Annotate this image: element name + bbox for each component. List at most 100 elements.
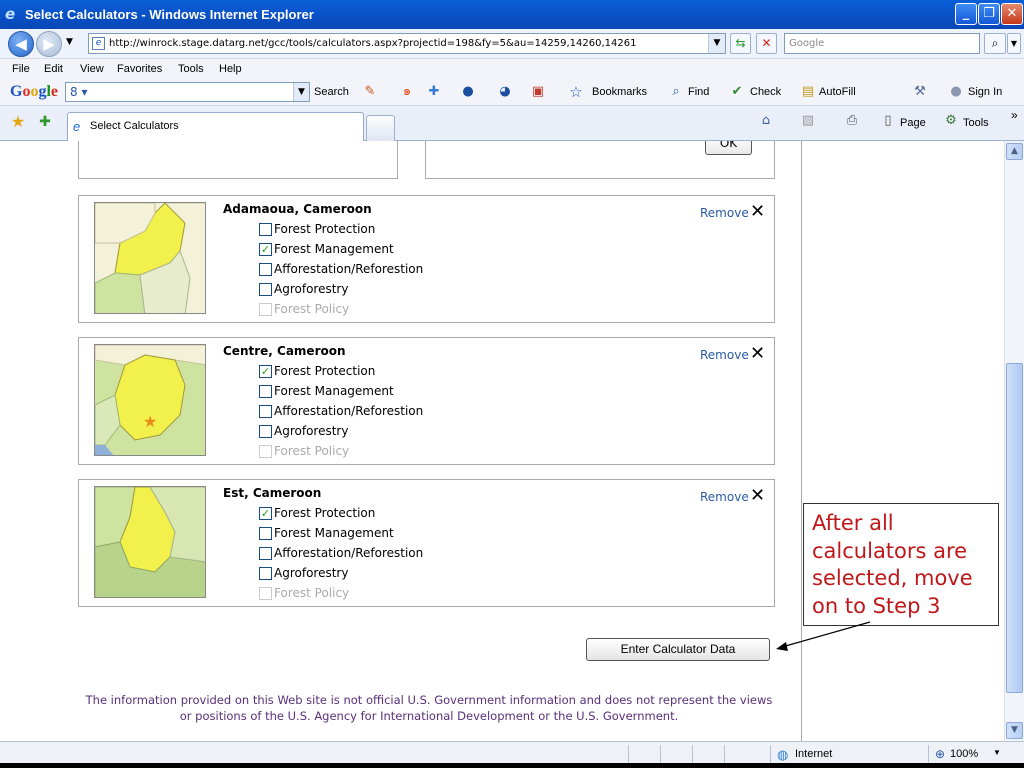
ie-logo-icon: e [5,5,16,23]
checkbox[interactable] [259,547,272,560]
highlight-icon[interactable]: ✎ [362,84,378,100]
checkbox[interactable] [259,263,272,276]
zoom-dropdown-icon[interactable]: ▼ [993,748,1001,757]
toolbar-overflow-icon[interactable]: » [1011,108,1018,122]
option-label: Forest Management [274,242,394,256]
remove-link[interactable]: Remove [700,206,749,220]
top-panel-left [78,141,398,179]
checkbox[interactable] [259,283,272,296]
checkbox[interactable] [259,385,272,398]
region-name: Est, Cameroon [223,486,322,500]
region-map [94,486,206,598]
taskbar-edge [0,763,1024,768]
menu-tools[interactable]: Tools [178,63,204,75]
zoom-icon[interactable]: ⊕ [935,747,945,761]
option-label: Forest Policy [274,586,350,600]
signin-button[interactable]: Sign In [968,86,1002,98]
google-search-input[interactable]: 8 ▾ ▼ [65,82,310,102]
signin-icon[interactable]: ● [948,84,964,100]
autofill-button[interactable]: AutoFill [819,86,856,98]
check-button[interactable]: Check [750,86,781,98]
option-label: Forest Protection [274,364,376,378]
favorites-star-icon[interactable]: ★ [10,114,26,130]
maximize-button[interactable]: ❐ [978,3,1000,25]
ok-button[interactable]: OK [705,141,752,155]
back-button[interactable]: ◀ [8,31,34,57]
disclaimer-text: The information provided on this Web sit… [85,693,773,723]
google-search-button[interactable]: Search [314,86,349,98]
checkbox[interactable] [259,567,272,580]
scroll-up-button[interactable]: ▲ [1006,143,1023,160]
find-icon[interactable]: ⌕ [668,84,684,100]
close-button[interactable]: ✕ [1001,3,1023,25]
enter-calculator-data-button[interactable]: Enter Calculator Data [586,638,770,661]
checkbox-checked[interactable]: ✓ [259,365,272,378]
tab-select-calculators[interactable]: e Select Calculators [67,112,364,141]
remove-x-icon[interactable]: ✕ [750,343,765,364]
plus-icon[interactable]: ✚ [426,84,442,100]
option-label: Forest Protection [274,222,376,236]
option-label: Afforestation/Reforestion [274,262,424,276]
new-tab-button[interactable] [366,115,395,141]
scroll-down-button[interactable]: ▼ [1006,722,1023,739]
refresh-button[interactable]: ⇆ [730,33,751,54]
ie-tab-icon: e [73,119,81,134]
region-name: Centre, Cameroon [223,344,346,358]
status-divider [724,745,725,765]
menu-view[interactable]: View [80,63,104,75]
stop-button[interactable]: ✕ [756,33,777,54]
page-menu[interactable]: Page [900,117,926,129]
remove-link[interactable]: Remove [700,490,749,504]
tools-menu[interactable]: Tools [963,117,989,129]
page-icon[interactable]: ▯ [880,113,896,129]
remove-x-icon[interactable]: ✕ [750,201,765,222]
option-label: Afforestation/Reforestion [274,546,424,560]
dell-icon[interactable]: ● [460,84,476,100]
wrench-icon[interactable]: ⚒ [912,84,928,100]
globe-icon[interactable]: ◕ [497,84,513,100]
menu-help[interactable]: Help [219,63,242,75]
checkbox-checked[interactable]: ✓ [259,507,272,520]
region-card-adamaoua: Adamaoua, Cameroon Remove ✕ Forest Prote… [78,195,775,323]
vertical-scrollbar[interactable]: ▲ ▼ [1004,141,1024,741]
checkbox[interactable] [259,405,272,418]
remove-x-icon[interactable]: ✕ [750,485,765,506]
spellcheck-icon[interactable]: ✔ [729,84,745,100]
minimize-button[interactable]: _ [955,3,977,25]
remove-link[interactable]: Remove [700,348,749,362]
checkbox[interactable] [259,223,272,236]
tools-gear-icon[interactable]: ⚙ [943,113,959,129]
bookmarks-button[interactable]: Bookmarks [592,86,647,98]
bookmark-star-icon[interactable]: ☆ [568,84,584,100]
scroll-thumb[interactable] [1006,363,1023,693]
home-icon[interactable]: ⌂ [758,113,774,129]
feeds-icon[interactable]: ▧ [800,113,816,129]
address-input[interactable]: e http://winrock.stage.datarg.net/gcc/to… [88,33,726,54]
zoom-level[interactable]: 100% [950,748,978,760]
menu-file[interactable]: File [12,63,30,75]
status-divider [692,745,693,765]
checkbox[interactable] [259,425,272,438]
google-search-dropdown-icon[interactable]: ▼ [293,83,309,101]
checkbox-checked[interactable]: ✓ [259,243,272,256]
menu-favorites[interactable]: Favorites [117,63,162,75]
search-input[interactable]: Google [784,33,980,54]
menu-edit[interactable]: Edit [44,63,63,75]
option-label: Forest Management [274,384,394,398]
forward-button[interactable]: ▶ [36,31,62,57]
history-dropdown-icon[interactable]: ▼ [66,37,73,47]
spiral-icon[interactable]: ๑ [399,84,415,100]
find-button[interactable]: Find [688,86,709,98]
add-favorites-icon[interactable]: ✚ [37,114,53,130]
search-options-icon[interactable]: ▼ [1007,33,1021,54]
status-divider [770,745,771,765]
print-icon[interactable]: ⎙ [844,113,860,129]
autofill-icon[interactable]: ▤ [800,84,816,100]
address-bar-row: ◀ ▶ ▼ e http://winrock.stage.datarg.net/… [0,29,1024,58]
popup-blocker-icon[interactable]: ▣ [530,84,546,100]
address-dropdown-icon[interactable]: ▼ [708,34,725,53]
option-label: Agroforestry [274,282,349,296]
search-go-button[interactable]: ⌕ [984,33,1006,54]
google-toolbar: Google 8 ▾ ▼ Search ✎ ๑ ✚ ● ◕ ▣ ☆ Bookma… [0,79,1024,106]
checkbox[interactable] [259,527,272,540]
